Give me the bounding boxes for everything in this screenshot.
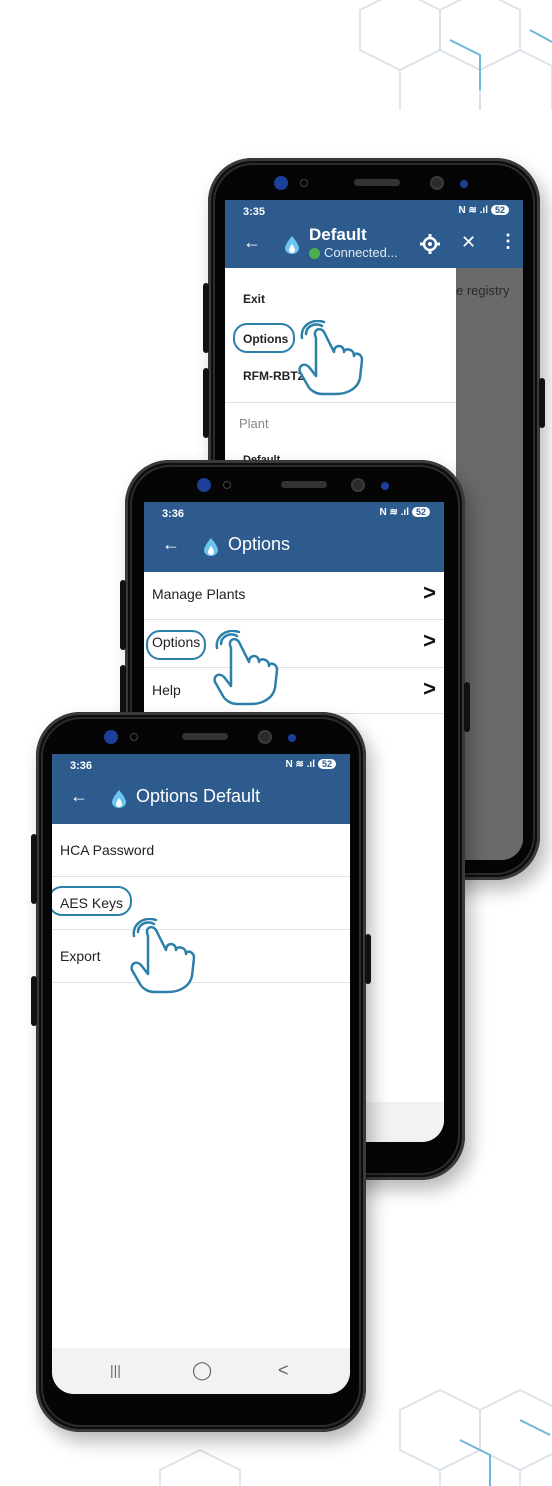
back-button[interactable]: < bbox=[278, 1360, 289, 1381]
flame-drop-icon bbox=[204, 538, 218, 556]
status-icons: N ≋ .ıl bbox=[458, 205, 488, 216]
status-time: 3:36 bbox=[70, 760, 93, 772]
chevron-right-icon: > bbox=[423, 628, 436, 653]
menu-item-exit[interactable]: Exit bbox=[243, 292, 265, 306]
page-title: Options bbox=[228, 534, 291, 554]
more-vert-icon[interactable]: ⋮ bbox=[499, 231, 517, 252]
chevron-right-icon: > bbox=[423, 580, 436, 605]
battery-badge: 52 bbox=[317, 759, 336, 769]
screen-phone3: 3:36 N ≋ .ıl 52 ← Options Default HCA Pas… bbox=[52, 754, 350, 1394]
connected-dot bbox=[309, 248, 320, 259]
page-title: Options Default bbox=[136, 786, 261, 806]
connection-status: Connected... bbox=[324, 245, 398, 260]
close-icon[interactable]: ✕ bbox=[461, 232, 476, 253]
background-text: e registry bbox=[456, 283, 510, 298]
highlight-oval bbox=[233, 323, 295, 353]
home-button[interactable]: ◯ bbox=[192, 1360, 212, 1381]
recents-button[interactable]: ||| bbox=[110, 1362, 121, 1378]
gear-icon[interactable] bbox=[420, 234, 440, 254]
battery-badge: 52 bbox=[490, 205, 509, 215]
flame-drop-icon bbox=[285, 236, 299, 254]
status-time: 3:35 bbox=[243, 206, 266, 218]
status-time: 3:36 bbox=[162, 508, 185, 520]
tap-hand-icon bbox=[298, 320, 364, 396]
list-item-manage-plants[interactable]: Manage Plants > bbox=[144, 572, 444, 620]
list-item-label: HCA Password bbox=[60, 842, 155, 858]
drawer-divider bbox=[225, 402, 456, 403]
device-title: Default bbox=[309, 225, 367, 244]
battery-badge: 52 bbox=[411, 507, 430, 517]
status-icons: N ≋ .ıl bbox=[379, 507, 409, 518]
highlight-oval bbox=[146, 630, 206, 660]
arrow-left-icon[interactable]: ← bbox=[243, 232, 261, 253]
flame-drop-icon bbox=[112, 790, 126, 808]
chevron-right-icon: > bbox=[423, 676, 436, 701]
list-item-hca-password[interactable]: HCA Password bbox=[52, 824, 350, 877]
arrow-left-icon[interactable]: ← bbox=[162, 534, 180, 555]
dimmed-backdrop[interactable] bbox=[456, 268, 523, 860]
hexagon-decoration-top bbox=[359, 0, 552, 110]
status-icons: N ≋ .ıl bbox=[285, 759, 315, 770]
arrow-left-icon[interactable]: ← bbox=[70, 786, 88, 807]
phone-front: 3:36 N ≋ .ıl 52 ← Options Default HCA Pas… bbox=[31, 712, 371, 1432]
tap-hand-icon bbox=[213, 630, 279, 706]
highlight-oval bbox=[52, 886, 132, 916]
list-item-export[interactable]: Export bbox=[52, 930, 350, 983]
list-item-label: Help bbox=[152, 682, 181, 698]
system-nav-bar: ||| ◯ < bbox=[52, 1348, 350, 1394]
list-item-help[interactable]: Help > bbox=[144, 668, 444, 714]
list-item-label: Manage Plants bbox=[152, 586, 246, 602]
tap-hand-icon bbox=[130, 918, 196, 994]
menu-section-plant: Plant bbox=[239, 416, 269, 431]
list-item-label: Export bbox=[60, 948, 101, 964]
